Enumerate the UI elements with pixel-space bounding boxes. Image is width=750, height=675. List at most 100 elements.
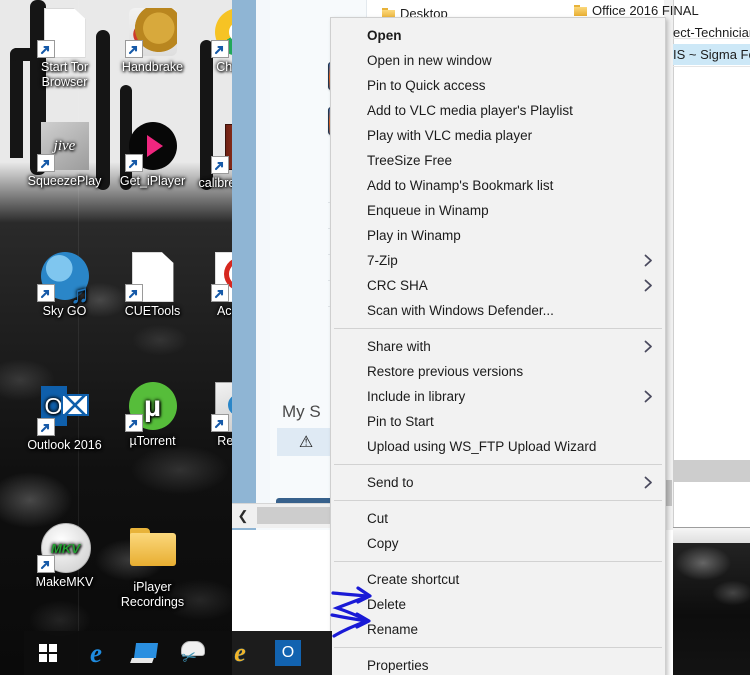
explorer-list-item[interactable]: ect-Technician (673, 22, 750, 43)
context-menu-item-play-in-winamp[interactable]: Play in Winamp (331, 223, 665, 248)
warning-triangle-icon: ⚠ (298, 434, 314, 451)
context-menu-item-enqueue-in-winamp[interactable]: Enqueue in Winamp (331, 198, 665, 223)
desktop-icon-outlook-2016[interactable]: Outlook 2016 (22, 382, 107, 453)
desktop-icon-get-iplayer[interactable]: Get_iPlayer (110, 122, 195, 189)
context-menu-item-label: CRC SHA (367, 278, 428, 293)
folder-icon (574, 5, 587, 16)
context-menu-item-label: Pin to Quick access (367, 78, 486, 93)
explorer-list-item-label: Office 2016 FINAL (592, 3, 699, 18)
context-menu-item-add-to-vlc-media-player-s-playlist[interactable]: Add to VLC media player's Playlist (331, 98, 665, 123)
desktop-icon-label: MakeMKV (35, 575, 94, 589)
horizontal-scrollbar[interactable]: ❮ (232, 503, 340, 528)
context-menu-item-label: Properties (367, 658, 429, 673)
snipping-tool-button[interactable] (168, 631, 216, 675)
vertical-scrollbar-thumb[interactable] (665, 480, 672, 506)
shortcut-arrow-icon (124, 414, 143, 432)
context-menu-separator (334, 561, 662, 562)
desktop-icon-iplayer-recordings[interactable]: iPlayer Recordings (110, 523, 195, 610)
chevron-right-icon (644, 334, 653, 359)
edge-button[interactable]: e (72, 631, 120, 675)
desktop-icon-makemkv[interactable]: MKV MakeMKV (22, 523, 107, 590)
shortcut-arrow-icon (36, 40, 55, 58)
context-menu-item-label: Create shortcut (367, 572, 460, 587)
utorrent-icon: µ (124, 382, 177, 432)
context-menu-item-crc-sha[interactable]: CRC SHA (331, 273, 665, 298)
explorer-status-bar (673, 527, 750, 544)
context-menu-item-label: Add to VLC media player's Playlist (367, 103, 573, 118)
explorer-window-inner-edge (256, 0, 270, 530)
blue-app-icon: O (275, 640, 301, 666)
explorer-content-pane (664, 0, 750, 530)
context-menu-item-rename[interactable]: Rename (331, 617, 665, 642)
context-menu-item-restore-previous-versions[interactable]: Restore previous versions (331, 359, 665, 384)
context-menu-item-label: Restore previous versions (367, 364, 524, 379)
explorer-list-item[interactable]: IS ~ Sigma Fo (673, 44, 750, 65)
task-view-button[interactable] (120, 631, 168, 675)
context-menu-item-send-to[interactable]: Send to (331, 470, 665, 495)
context-menu-item-play-with-vlc-media-player[interactable]: Play with VLC media player (331, 123, 665, 148)
context-menu-item-cut[interactable]: Cut (331, 506, 665, 531)
horizontal-scrollbar-thumb[interactable] (257, 507, 337, 524)
context-menu-item-label: Copy (367, 536, 399, 551)
context-menu-item-label: Play in Winamp (367, 228, 461, 243)
context-menu-item-7-zip[interactable]: 7-Zip (331, 248, 665, 273)
context-menu-item-open-in-new-window[interactable]: Open in new window (331, 48, 665, 73)
desktop-icon-sky-go[interactable]: Sky GO (22, 252, 107, 319)
shortcut-arrow-icon (210, 414, 229, 432)
desktop-icon-label: µTorrent (129, 434, 176, 448)
context-menu-item-add-to-winamp-s-bookmark-list[interactable]: Add to Winamp's Bookmark list (331, 173, 665, 198)
shortcut-arrow-icon (124, 40, 143, 58)
context-menu-separator (334, 328, 662, 329)
desktop-icon-start-tor-browser[interactable]: Start Tor Browser (22, 8, 107, 90)
context-menu-item-scan-with-windows-defender[interactable]: Scan with Windows Defender... (331, 298, 665, 323)
desktop-icon-label: iPlayer Recordings (120, 580, 185, 609)
scissors-icon (179, 641, 205, 665)
context-menu-item-label: 7-Zip (367, 253, 398, 268)
desktop-icon-label: Get_iPlayer (119, 174, 186, 188)
context-menu-item-open[interactable]: Open (331, 23, 665, 48)
explorer-warning-row[interactable]: ⚠ (277, 428, 335, 456)
context-menu-item-include-in-library[interactable]: Include in library (331, 384, 665, 409)
taskbar[interactable]: eeO (24, 631, 332, 675)
jive-icon: jive (36, 122, 89, 172)
chevron-left-icon[interactable]: ❮ (232, 504, 254, 528)
context-menu-item-upload-using-ws-ftp-upload-wizard[interactable]: Upload using WS_FTP Upload Wizard (331, 434, 665, 459)
desktop-icon-handbrake[interactable]: Handbrake (110, 8, 195, 75)
shortcut-arrow-icon (36, 418, 55, 436)
desktop-icon-torrent[interactable]: µ µTorrent (110, 382, 195, 449)
play-icon (124, 122, 177, 172)
handbrake-icon (124, 8, 177, 58)
task-view-icon (131, 643, 157, 663)
chevron-right-icon (644, 273, 653, 298)
context-menu-item-label: Play with VLC media player (367, 128, 533, 143)
desktop-icon-squeezeplay[interactable]: jive SqueezePlay (22, 122, 107, 189)
context-menu-item-share-with[interactable]: Share with (331, 334, 665, 359)
context-menu-item-properties[interactable]: Properties (331, 653, 665, 675)
context-menu-item-treesize-free[interactable]: TreeSize Free (331, 148, 665, 173)
mkv-icon: MKV (36, 523, 91, 573)
explorer-window-edge (232, 0, 256, 530)
desktop-icon-label: CUETools (124, 304, 181, 318)
context-menu[interactable]: Open Open in new window Pin to Quick acces… (330, 17, 666, 675)
desktop-icon-cuetools[interactable]: CUETools (110, 252, 195, 319)
context-menu-item-label: Scan with Windows Defender... (367, 303, 554, 318)
shortcut-arrow-icon (36, 154, 55, 172)
internet-explorer-icon: e (234, 638, 246, 667)
context-menu-item-label: Rename (367, 622, 419, 637)
context-menu-item-label: Enqueue in Winamp (367, 203, 489, 218)
context-menu-item-copy[interactable]: Copy (331, 531, 665, 556)
context-menu-item-label: Delete (367, 597, 407, 612)
context-menu-item-pin-to-start[interactable]: Pin to Start (331, 409, 665, 434)
context-menu-item-delete[interactable]: Delete (331, 592, 665, 617)
pinned-app-button[interactable]: O (264, 631, 312, 675)
explorer-list-item-label: IS ~ Sigma Fo (673, 47, 750, 62)
context-menu-item-label: Upload using WS_FTP Upload Wizard (367, 439, 597, 454)
context-menu-item-create-shortcut[interactable]: Create shortcut (331, 567, 665, 592)
context-menu-item-label: Open in new window (367, 53, 492, 68)
doc-icon (124, 252, 177, 302)
context-menu-item-pin-to-quick-access[interactable]: Pin to Quick access (331, 73, 665, 98)
start-button[interactable] (24, 631, 72, 675)
internet-explorer-button[interactable]: e (216, 631, 264, 675)
explorer-row-highlight (673, 460, 750, 482)
shortcut-arrow-icon (210, 40, 229, 58)
